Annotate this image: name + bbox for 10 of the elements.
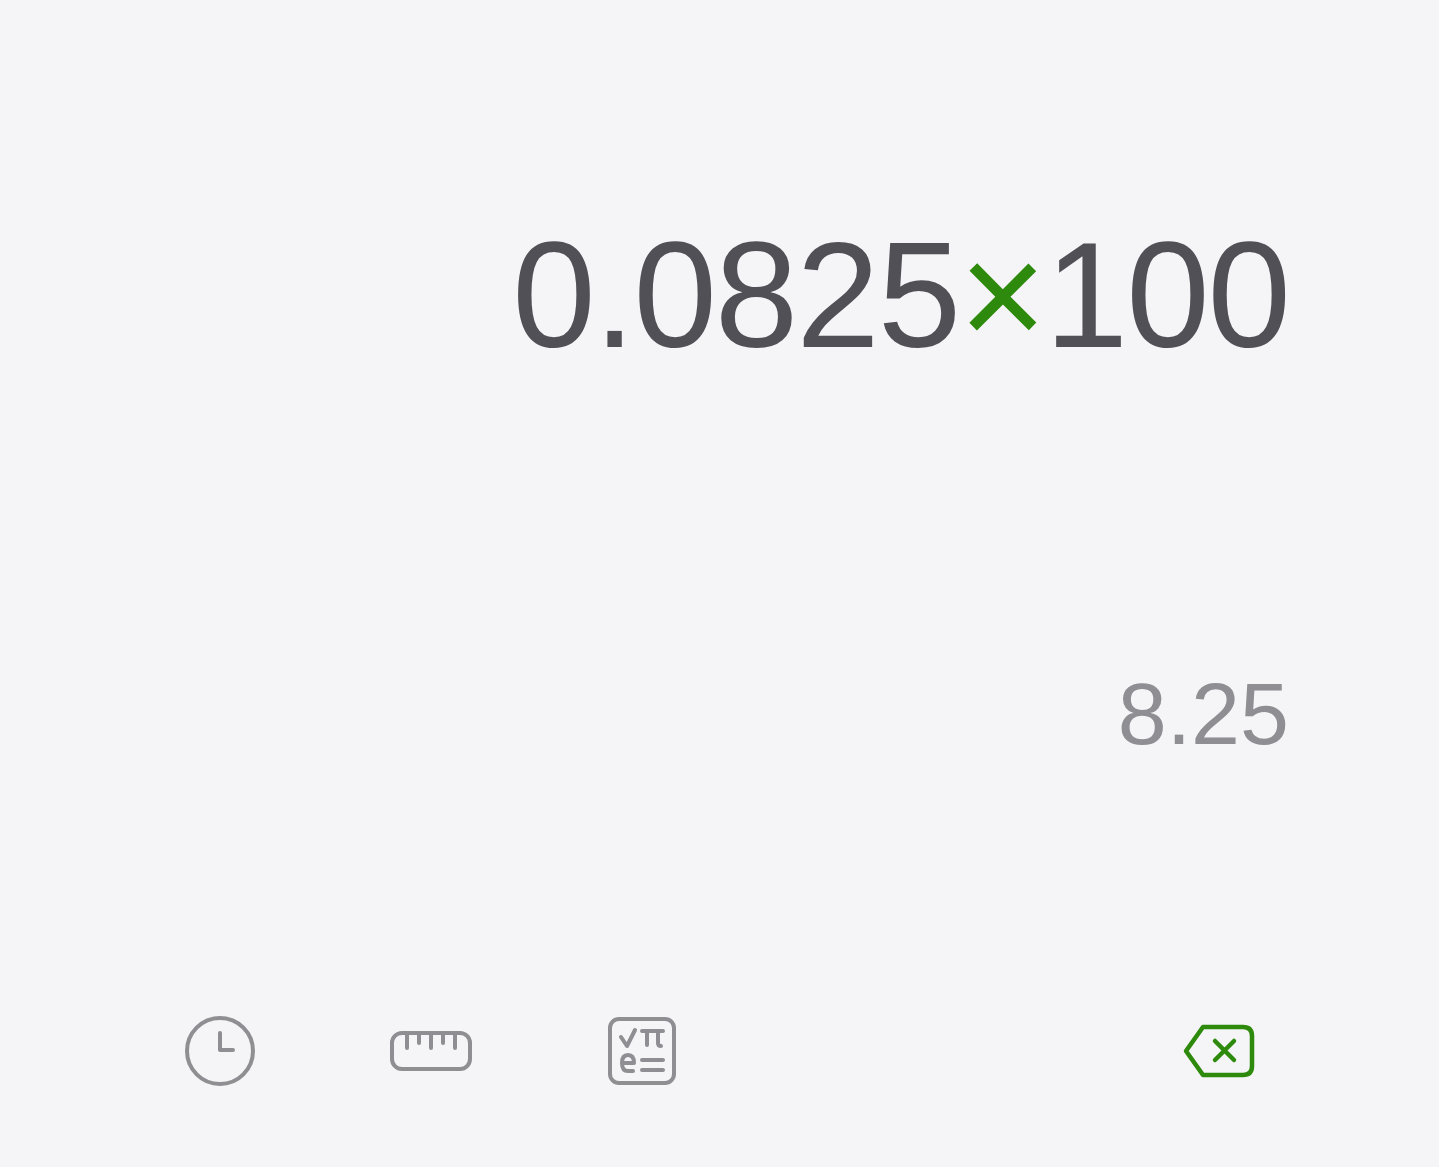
scientific-button[interactable] (608, 1017, 676, 1085)
unit-converter-button[interactable] (390, 1031, 472, 1071)
expression: 0.0825×100 (512, 220, 1289, 370)
clock-icon (184, 1015, 256, 1087)
scientific-icon (608, 1017, 676, 1085)
backspace-button[interactable] (1183, 1024, 1255, 1078)
result-preview: 8.25 (1117, 670, 1289, 758)
history-button[interactable] (184, 1015, 256, 1087)
ruler-icon (390, 1031, 472, 1071)
backspace-icon (1183, 1024, 1255, 1078)
